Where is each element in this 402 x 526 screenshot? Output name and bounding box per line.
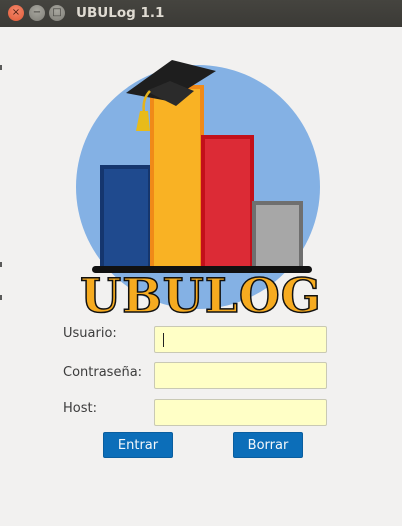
minimize-icon: − (32, 7, 42, 18)
host-label: Host: (63, 401, 97, 416)
minimize-window-button[interactable]: − (29, 5, 45, 21)
maximize-icon: □ (52, 7, 62, 18)
enter-button[interactable]: Entrar (103, 432, 173, 458)
password-field[interactable] (154, 362, 327, 389)
edge-mark (0, 262, 2, 267)
logo-bar-gray (252, 201, 303, 271)
logo-wordmark: UBULOG (80, 269, 322, 321)
edge-mark (0, 295, 2, 300)
user-field[interactable] (154, 326, 327, 353)
user-label: Usuario: (63, 326, 117, 341)
logo-bar-red (201, 135, 254, 271)
logo-bar-blue (100, 165, 152, 271)
window-title: UBULog 1.1 (76, 5, 165, 21)
password-label: Contraseña: (63, 365, 143, 380)
logo-bar-yellow (150, 85, 204, 271)
edge-mark (0, 65, 2, 70)
maximize-window-button[interactable]: □ (49, 5, 65, 21)
ubulog-logo: UBULOG (76, 60, 322, 321)
window-titlebar[interactable]: × − □ UBULog 1.1 (0, 0, 402, 27)
close-icon: × (11, 7, 21, 18)
text-caret (163, 333, 164, 347)
host-field[interactable] (154, 399, 327, 426)
clear-button[interactable]: Borrar (233, 432, 303, 458)
close-window-button[interactable]: × (8, 5, 24, 21)
